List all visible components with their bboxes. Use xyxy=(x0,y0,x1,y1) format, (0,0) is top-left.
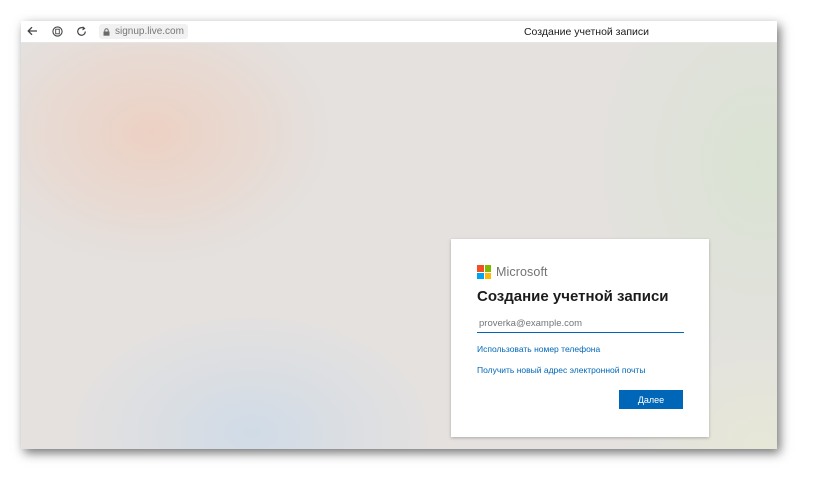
logo-square-yellow xyxy=(484,272,491,279)
use-phone-link[interactable]: Использовать номер телефона xyxy=(477,344,600,354)
next-button[interactable]: Далее xyxy=(619,390,683,409)
logo-square-red xyxy=(477,265,484,272)
email-field[interactable] xyxy=(477,315,684,333)
signup-card: Microsoft Создание учетной записи Исполь… xyxy=(451,239,709,437)
browser-window: signup.live.com Создание учетной записи … xyxy=(21,21,777,449)
brand-name: Microsoft xyxy=(496,265,548,279)
page-title-text: Создание учетной записи xyxy=(523,25,650,38)
logo-square-green xyxy=(484,265,491,272)
page-title: Создание учетной записи xyxy=(21,21,777,42)
logo-square-blue xyxy=(477,272,484,279)
page-background: Microsoft Создание учетной записи Исполь… xyxy=(21,43,777,449)
card-title: Создание учетной записи xyxy=(477,288,669,305)
microsoft-logo-icon xyxy=(477,265,491,279)
browser-toolbar: signup.live.com Создание учетной записи xyxy=(21,21,777,43)
get-new-email-link[interactable]: Получить новый адрес электронной почты xyxy=(477,365,645,375)
microsoft-logo: Microsoft xyxy=(477,265,548,279)
